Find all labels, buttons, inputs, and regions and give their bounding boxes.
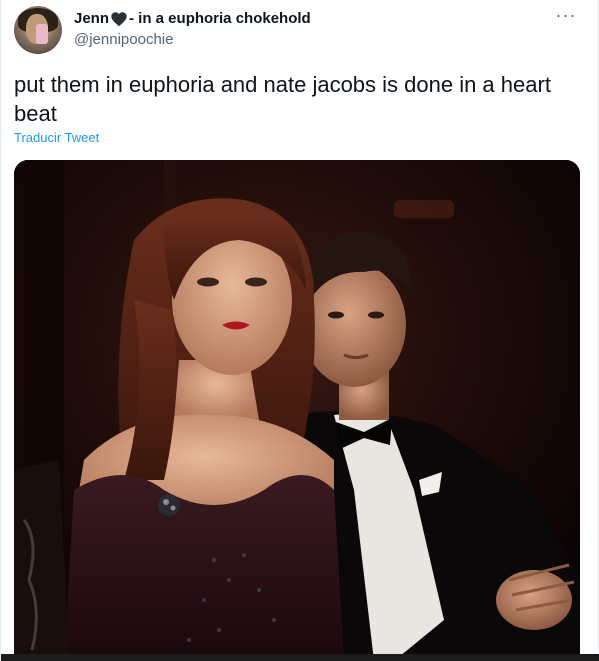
tweet-text: put them in euphoria and nate jacobs is … [14,72,551,126]
display-name-part1: Jenn [74,10,110,27]
photo-illustration [14,160,580,661]
tweet-card: Jenn - in a euphoria chokehold @jennipoo… [0,0,599,661]
display-name[interactable]: Jenn - in a euphoria chokehold [74,10,311,27]
avatar[interactable] [14,6,62,54]
tweet-media-photo[interactable] [14,160,580,661]
black-heart-icon [111,11,127,26]
bottom-bar [1,654,599,661]
user-handle[interactable]: @jennipoochie [74,31,173,48]
display-name-part2: - in a euphoria chokehold [129,10,311,27]
more-options-button[interactable]: ··· [552,6,580,28]
avatar-phone [36,24,48,44]
translate-tweet-link[interactable]: Traducir Tweet [14,130,99,145]
